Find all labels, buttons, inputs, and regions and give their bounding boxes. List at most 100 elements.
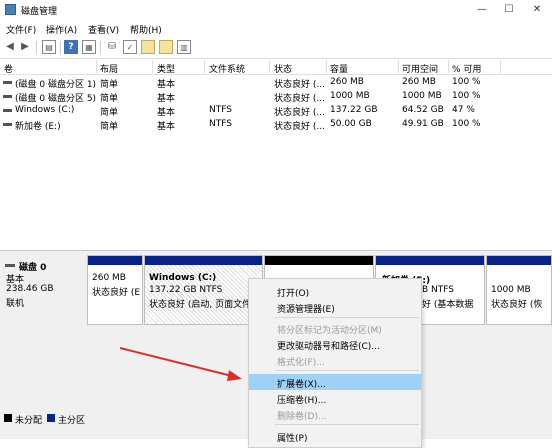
menu-file[interactable]: 文件(F) (6, 23, 36, 36)
disk-info-panel[interactable]: 磁盘 0 基本 238.46 GB 联机 (0, 254, 85, 326)
volume-free-space: 49.91 GB (402, 119, 444, 129)
volume-icon (3, 109, 12, 112)
volume-status: 状态良好 (... (274, 94, 325, 104)
menu-help[interactable]: 帮助(H) (130, 23, 162, 36)
volume-status: 状态良好 (... (274, 108, 325, 118)
table-row[interactable]: Windows (C:) 简单 基本 NTFS 状态良好 (... 137.22… (0, 104, 552, 118)
menu-item-shrink-volume[interactable]: 压缩卷(H)... (249, 390, 421, 406)
volume-capacity: 260 MB (330, 77, 364, 87)
menu-item-label: 资源管理器(E) (277, 305, 335, 315)
back-arrow-icon[interactable]: ◀ (3, 40, 17, 54)
legend-primary-label: 主分区 (58, 416, 86, 426)
menu-item-label: 删除卷(D)... (277, 412, 327, 422)
partition-status: 状态良好 (恢 (491, 300, 543, 310)
menu-item-format[interactable]: 格式化(F)... (249, 352, 421, 368)
volume-name: Windows (C:) (15, 105, 75, 115)
disk-size: 238.46 GB (6, 284, 54, 294)
column-divider (204, 60, 205, 73)
menu-item-label: 扩展卷(X)... (277, 380, 326, 390)
console-tree-icon[interactable]: ▤ (42, 40, 56, 54)
partition-size: 1000 MB (491, 285, 531, 295)
column-header-percent-free[interactable]: % 可用 (452, 62, 481, 75)
window-title: 磁盘管理 (21, 7, 58, 17)
column-header-free-space[interactable]: 可用空间 (402, 62, 438, 75)
volume-name: (磁盘 0 磁盘分区 1) (15, 80, 97, 90)
disk-icon[interactable]: ⛁ (105, 40, 119, 54)
column-divider (398, 60, 399, 73)
column-header-volume[interactable]: 卷 (4, 62, 13, 75)
partition-size: 260 MB (92, 273, 126, 283)
column-divider (96, 60, 97, 73)
new-document-icon[interactable] (141, 40, 155, 54)
unallocated-swatch (4, 414, 12, 422)
title-bar: 磁盘管理 — ☐ ✕ (0, 0, 552, 20)
table-row[interactable]: (磁盘 0 磁盘分区 1) 简单 基本 状态良好 (... 260 MB 260… (0, 76, 552, 90)
toolbar-separator (60, 41, 61, 54)
column-header-capacity[interactable]: 容量 (330, 62, 348, 75)
help-icon[interactable]: ? (64, 40, 78, 54)
volume-status: 状态良好 (... (274, 122, 325, 132)
partition-title: Windows (C:) (149, 273, 217, 283)
table-header: 卷 布局 类型 文件系统 状态 容量 可用空间 % 可用 (0, 59, 552, 75)
primary-partition-bar (376, 256, 484, 265)
table-row[interactable]: 新加卷 (E:) 简单 基本 NTFS 状态良好 (... 50.00 GB 4… (0, 118, 552, 132)
unallocated-bar (265, 256, 373, 265)
maximize-button[interactable]: ☐ (495, 2, 523, 18)
volume-layout: 简单 (100, 122, 119, 132)
column-header-layout[interactable]: 布局 (100, 62, 118, 75)
disk-icon (5, 264, 15, 267)
volume-icon (3, 81, 12, 84)
column-header-type[interactable]: 类型 (157, 62, 175, 75)
volume-capacity: 137.22 GB (330, 105, 378, 115)
volume-type: 基本 (157, 94, 176, 104)
partition-size: B NTFS (422, 285, 454, 295)
partition-status: 状态良好 (启动, 页面文件, (149, 300, 254, 310)
primary-partition-bar (487, 256, 551, 265)
toolbar-separator (100, 41, 101, 54)
volume-status: 状态良好 (... (274, 80, 325, 90)
table-row[interactable]: (磁盘 0 磁盘分区 5) 简单 基本 状态良好 (... 1000 MB 10… (0, 90, 552, 104)
volume-percent-free: 100 % (452, 91, 481, 101)
disk-state: 联机 (6, 299, 25, 309)
menu-item-change-drive-letter[interactable]: 更改驱动器号和路径(C)... (249, 336, 421, 352)
menu-item-label: 将分区标记为活动分区(M) (277, 326, 382, 336)
primary-partition-bar (145, 256, 262, 265)
menu-view[interactable]: 查看(V) (88, 23, 119, 36)
minimize-button[interactable]: — (468, 2, 496, 18)
legend-unallocated-label: 未分配 (15, 416, 43, 426)
menu-separator (275, 370, 419, 371)
volume-free-space: 1000 MB (402, 91, 442, 101)
partition-size: 137.22 GB NTFS (149, 285, 223, 295)
volume-layout: 简单 (100, 94, 119, 104)
column-header-status[interactable]: 状态 (274, 62, 292, 75)
menu-item-label: 压缩卷(H)... (277, 396, 327, 406)
document-icon[interactable] (159, 40, 173, 54)
menu-item-extend-volume[interactable]: 扩展卷(X)... (249, 374, 421, 390)
primary-partition-swatch (47, 414, 55, 422)
menu-item-label: 更改驱动器号和路径(C)... (277, 342, 380, 352)
check-icon[interactable]: ✓ (123, 40, 137, 54)
view-icon[interactable]: ▥ (177, 40, 191, 54)
column-header-filesystem[interactable]: 文件系统 (209, 62, 245, 75)
menu-item-open[interactable]: 打开(O) (249, 283, 421, 299)
volume-name: 新加卷 (E:) (15, 122, 61, 132)
toolbar-separator (36, 41, 37, 54)
menu-item-properties[interactable]: 属性(P) (249, 428, 421, 444)
column-divider (326, 60, 327, 73)
partition-recovery[interactable]: 1000 MB 状态良好 (恢 (486, 255, 552, 325)
volume-icon (3, 95, 12, 98)
disk-management-app-icon (5, 4, 16, 15)
volume-capacity: 1000 MB (330, 91, 370, 101)
close-button[interactable]: ✕ (523, 2, 551, 18)
column-divider (269, 60, 270, 73)
menu-item-mark-active[interactable]: 将分区标记为活动分区(M) (249, 320, 421, 336)
properties-icon[interactable]: ▦ (82, 40, 96, 54)
menu-action[interactable]: 操作(A) (46, 23, 77, 36)
partition-windows-c[interactable]: Windows (C:) 137.22 GB NTFS 状态良好 (启动, 页面… (144, 255, 263, 325)
column-divider (500, 60, 501, 73)
menu-item-delete-volume[interactable]: 删除卷(D)... (249, 406, 421, 422)
forward-arrow-icon[interactable]: ▶ (18, 40, 32, 54)
volume-filesystem: NTFS (209, 119, 232, 129)
menu-item-explorer[interactable]: 资源管理器(E) (249, 299, 421, 315)
partition-1[interactable]: 260 MB 状态良好 (E (87, 255, 143, 325)
